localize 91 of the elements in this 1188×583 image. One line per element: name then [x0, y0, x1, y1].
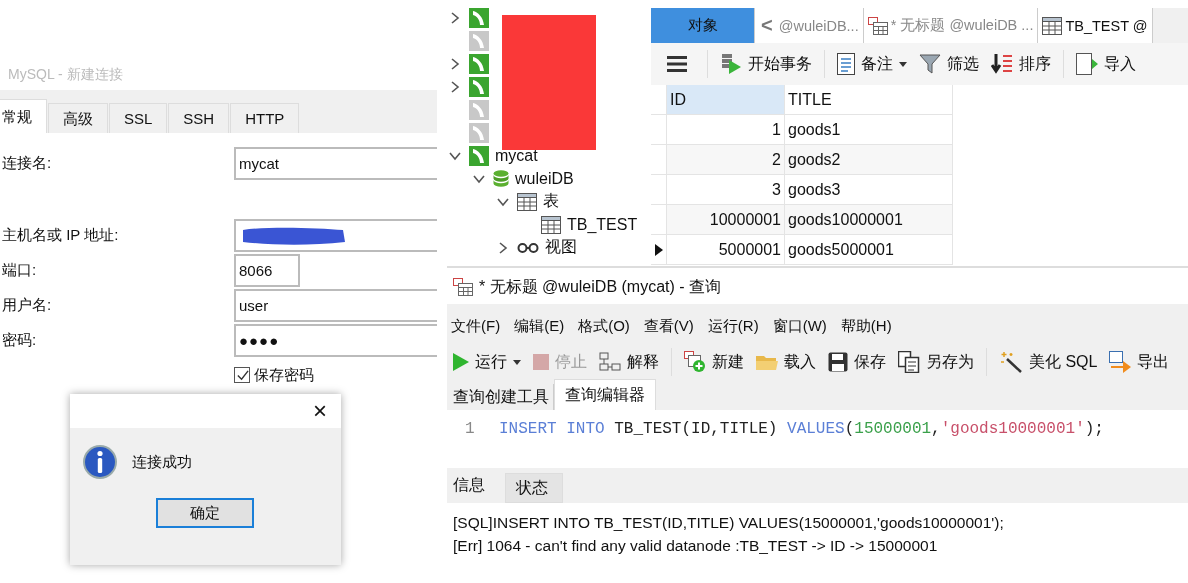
- toolbar-button[interactable]: 美化 SQL: [999, 351, 1098, 373]
- tree-item[interactable]: 视图: [545, 237, 577, 258]
- stop-icon: [533, 354, 549, 370]
- table-cell: 2: [667, 145, 785, 175]
- table-cell: 5000001: [667, 235, 785, 265]
- flowchart-icon: [599, 352, 621, 372]
- message-line: [SQL]INSERT INTO TB_TEST(ID,TITLE) VALUES(15000001,'goods10000001');: [453, 513, 1005, 533]
- tree-item[interactable]: TB_TEST: [567, 215, 638, 234]
- menu-item[interactable]: 运行(R): [707, 316, 759, 336]
- toolbar-button[interactable]: 排序: [991, 53, 1051, 75]
- folder-icon: [756, 353, 778, 371]
- menu-icon: [667, 56, 687, 72]
- code-line: INSERT INTO TB_TEST(ID,TITLE) VALUES(15000001,'goods10000001');: [499, 420, 1104, 438]
- toolbar-button[interactable]: 备注: [837, 53, 907, 75]
- glasses-icon: [517, 242, 539, 253]
- tab[interactable]: 查询编辑器: [554, 379, 656, 410]
- query-icon: [453, 278, 473, 296]
- menu-item[interactable]: 帮助(H): [840, 316, 892, 336]
- password-field[interactable]: ●●●●: [234, 324, 437, 357]
- tab[interactable]: 对象: [651, 8, 755, 43]
- row-pointer-icon: [654, 243, 663, 256]
- menu-item[interactable]: 格式(O): [578, 316, 630, 336]
- tab[interactable]: HTTP: [230, 103, 300, 133]
- input-field[interactable]: 8066: [234, 254, 300, 287]
- field-label: 主机名或 IP 地址:: [1, 226, 120, 245]
- message-line: [Err] 1064 - can't find any valid datanode :TB_TEST -> ID -> 15000001: [453, 536, 939, 556]
- ok-button[interactable]: 确定: [156, 498, 254, 528]
- export-icon: [1109, 351, 1132, 373]
- menu-item[interactable]: 查看(V): [643, 316, 694, 336]
- save-icon: [828, 352, 848, 372]
- tab[interactable]: TB_TEST @: [1038, 8, 1153, 43]
- copy-icon: [898, 351, 920, 373]
- field-label: 端口:: [1, 261, 38, 280]
- toolbar-button[interactable]: 筛选: [919, 53, 979, 75]
- message-text: 连接成功: [132, 452, 192, 472]
- table-cell: goods2: [785, 145, 953, 175]
- table-icon: [1042, 16, 1063, 35]
- menu-item[interactable]: 编辑(E): [514, 316, 565, 336]
- toolbar-button[interactable]: 保存: [828, 351, 886, 373]
- table-cell: 10000001: [667, 205, 785, 235]
- input-field[interactable]: [234, 219, 437, 252]
- magic-wand-icon: [999, 351, 1023, 373]
- window-title: MySQL - 新建连接: [7, 65, 124, 84]
- toolbar-button[interactable]: 新建: [684, 351, 744, 373]
- document-icon: [837, 53, 855, 75]
- checkbox[interactable]: [234, 367, 250, 383]
- tab[interactable]: * 无标题 @wuleiDB ...: [863, 8, 1039, 43]
- window-title: * 无标题 @wuleiDB (mycat) - 查询: [479, 276, 722, 297]
- tree-item[interactable]: 表: [543, 191, 559, 212]
- input-field[interactable]: mycat: [234, 147, 437, 180]
- tab[interactable]: SSH: [168, 103, 230, 133]
- menu-item[interactable]: 窗口(W): [772, 316, 827, 336]
- toolbar-button[interactable]: 导出: [1109, 351, 1170, 373]
- input-field[interactable]: user: [234, 289, 437, 322]
- line-number: 1: [464, 420, 476, 438]
- table-cell: goods5000001: [785, 235, 953, 265]
- field-label: 密码:: [1, 331, 38, 350]
- menu-item[interactable]: 文件(F): [451, 316, 501, 336]
- table-icon: [541, 215, 561, 234]
- table-cell: goods10000001: [785, 205, 953, 235]
- import-icon: [1076, 53, 1098, 75]
- field-label: 连接名:: [1, 154, 53, 173]
- toolbar-button[interactable]: 开始事务: [720, 53, 812, 75]
- tab[interactable]: 状态: [505, 473, 563, 503]
- checkbox-label: 保存密码: [254, 365, 314, 385]
- query-icon: [867, 16, 888, 35]
- toolbar-button[interactable]: 运行: [453, 351, 521, 373]
- filter-icon: [919, 54, 941, 74]
- tab[interactable]: 高级: [48, 103, 108, 133]
- new-query-icon: [684, 351, 706, 373]
- field-label: 用户名:: [1, 296, 53, 315]
- database-play-icon: [720, 54, 742, 74]
- toolbar-button[interactable]: 解释: [599, 351, 659, 373]
- column-header[interactable]: TITLE: [785, 85, 953, 115]
- tab[interactable]: @wuleiDB...: [774, 8, 864, 43]
- tab[interactable]: SSL: [109, 103, 168, 133]
- sort-icon: [991, 53, 1013, 75]
- info-icon: [82, 444, 118, 480]
- code-editor[interactable]: 1 INSERT INTO TB_TEST(ID,TITLE) VALUES(15000001,'goods10000001');: [447, 410, 1188, 468]
- play-icon: [453, 353, 469, 371]
- database-icon: [493, 169, 509, 188]
- tree-item[interactable]: mycat: [495, 146, 538, 165]
- tab[interactable]: 常规: [0, 99, 47, 133]
- toolbar-button[interactable]: 另存为: [898, 351, 974, 373]
- row-header[interactable]: [651, 235, 667, 265]
- column-header[interactable]: ID: [667, 85, 785, 115]
- toolbar-button[interactable]: 载入: [756, 351, 816, 373]
- scroll-left-button[interactable]: <: [755, 8, 775, 43]
- tree-item[interactable]: wuleiDB: [515, 169, 574, 188]
- toolbar-button[interactable]: 导入: [1076, 53, 1136, 75]
- table-icon: [517, 192, 537, 211]
